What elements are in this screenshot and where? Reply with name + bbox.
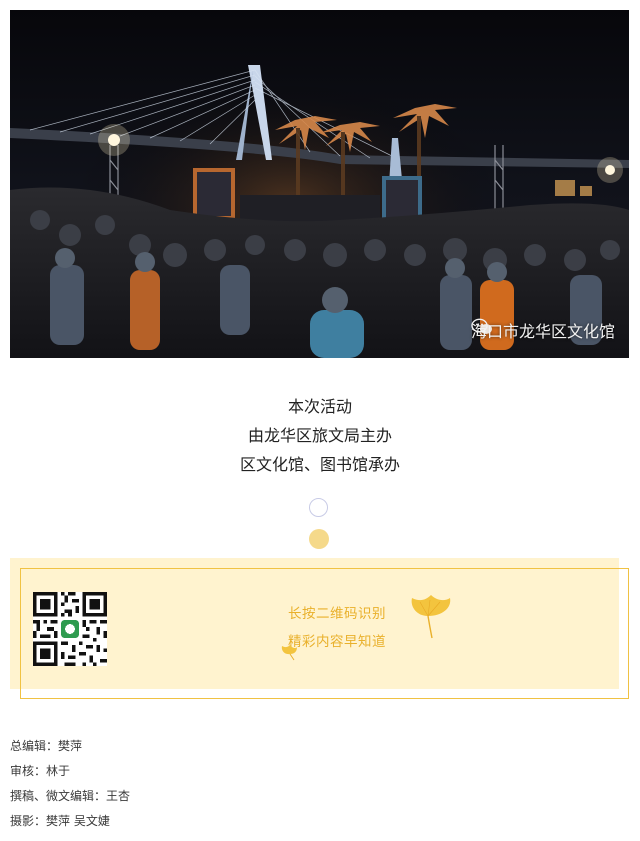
event-photo: 海口市龙华区文化馆 <box>10 10 629 358</box>
qr-prompt: 长按二维码识别 精彩内容早知道 <box>288 600 428 656</box>
credits: 总编辑：樊萍 审核：林于 撰稿、微文编辑：王杏 摄影：樊萍 吴文婕 <box>10 734 130 834</box>
small-ginkgo-leaf-icon <box>281 645 297 661</box>
photo-watermark: 海口市龙华区文化馆 <box>471 318 615 342</box>
decorative-circle-filled <box>309 529 329 549</box>
credit-reviewer: 审核：林于 <box>10 764 71 778</box>
qr-prompt-line-1: 长按二维码识别 <box>288 606 386 622</box>
event-caption: 本次活动 由龙华区旅文局主办 区文化馆、图书馆承办 <box>0 392 640 479</box>
decorative-circle-outline <box>309 498 328 517</box>
credit-writer: 撰稿、微文编辑：王杏 <box>10 789 131 803</box>
wechat-icon <box>471 318 492 334</box>
qr-prompt-line-2: 精彩内容早知道 <box>288 634 386 650</box>
caption-line-2: 由龙华区旅文局主办 <box>247 426 392 445</box>
caption-line-3: 区文化馆、图书馆承办 <box>239 455 400 474</box>
qr-code-image[interactable] <box>33 592 107 666</box>
credit-photographer: 摄影：樊萍 吴文婕 <box>10 814 110 828</box>
ginkgo-leaf-icon <box>411 595 451 639</box>
credit-chief-editor: 总编辑：樊萍 <box>10 739 83 753</box>
qr-code-icon <box>33 592 107 666</box>
night-concert-scene <box>10 10 629 358</box>
caption-line-1: 本次活动 <box>287 397 352 416</box>
